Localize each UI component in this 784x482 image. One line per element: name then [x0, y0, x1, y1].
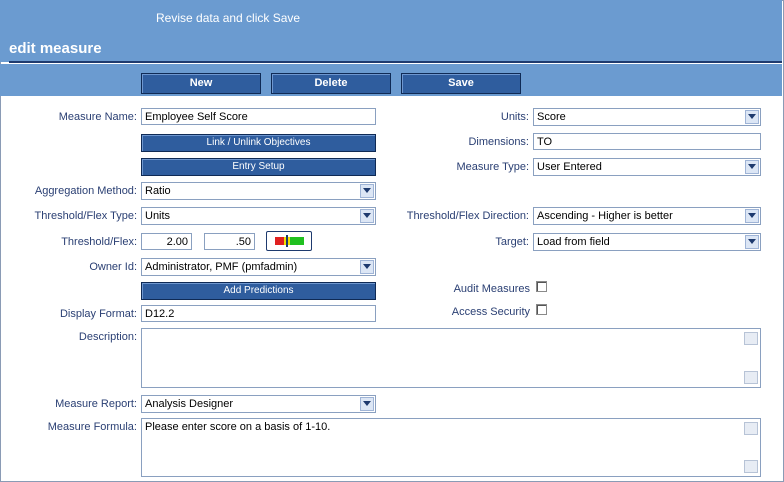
- header-divider: [9, 61, 782, 63]
- description-textarea[interactable]: [141, 328, 761, 388]
- units-select[interactable]: Score: [533, 108, 761, 126]
- measure-report-select[interactable]: Analysis Designer: [141, 395, 376, 413]
- measure-name-label: Measure Name:: [58, 111, 137, 123]
- dimensions-label: Dimensions:: [468, 136, 529, 148]
- entry-setup-button[interactable]: Entry Setup: [141, 158, 376, 176]
- description-label: Description:: [78, 331, 137, 343]
- threshold-flex-direction-select[interactable]: Ascending - Higher is better: [533, 207, 761, 225]
- scroll-down-icon[interactable]: [744, 460, 758, 473]
- flex-input[interactable]: .50: [204, 233, 255, 250]
- owner-id-label: Owner Id:: [89, 261, 137, 273]
- units-select-value: Score: [537, 111, 566, 123]
- chevron-down-icon[interactable]: [360, 184, 374, 198]
- threshold-flex-label: Threshold/Flex:: [61, 236, 137, 248]
- measure-type-select-value: User Entered: [537, 161, 602, 173]
- measure-type-select[interactable]: User Entered: [533, 158, 761, 176]
- page-subtitle: Revise data and click Save: [156, 11, 301, 25]
- toolbar: [0, 64, 782, 96]
- threshold-flex-direction-value: Ascending - Higher is better: [537, 210, 673, 222]
- threshold-flex-type-select[interactable]: Units: [141, 207, 376, 225]
- link-unlink-objectives-button[interactable]: Link / Unlink Objectives: [141, 134, 376, 152]
- target-select-value: Load from field: [537, 236, 610, 248]
- chevron-down-icon[interactable]: [360, 209, 374, 223]
- dimensions-input[interactable]: TO: [533, 133, 761, 150]
- measure-report-value: Analysis Designer: [145, 398, 234, 410]
- target-select[interactable]: Load from field: [533, 233, 761, 251]
- chevron-down-icon[interactable]: [360, 260, 374, 274]
- threshold-flex-type-label: Threshold/Flex Type:: [34, 210, 137, 222]
- threshold-input[interactable]: 2.00: [141, 233, 192, 250]
- chevron-down-icon[interactable]: [745, 209, 759, 223]
- owner-id-value: Administrator, PMF (pmfadmin): [145, 261, 298, 273]
- audit-measures-label: Audit Measures: [453, 283, 530, 295]
- access-security-checkbox[interactable]: [536, 304, 547, 315]
- scroll-up-icon[interactable]: [744, 422, 758, 435]
- measure-formula-value: Please enter score on a basis of 1-10.: [145, 421, 331, 433]
- threshold-flex-direction-label: Threshold/Flex Direction:: [406, 210, 529, 222]
- chevron-down-icon[interactable]: [745, 110, 759, 124]
- aggregation-method-value: Ratio: [145, 185, 171, 197]
- scroll-down-icon[interactable]: [744, 371, 758, 384]
- save-button[interactable]: Save: [401, 73, 521, 94]
- threshold-gauge-icon[interactable]: [266, 231, 312, 251]
- new-button[interactable]: New: [141, 73, 261, 94]
- measure-formula-label: Measure Formula:: [47, 421, 137, 433]
- chevron-down-icon[interactable]: [745, 235, 759, 249]
- measure-report-label: Measure Report:: [55, 398, 137, 410]
- owner-id-select[interactable]: Administrator, PMF (pmfadmin): [141, 258, 376, 276]
- delete-button[interactable]: Delete: [271, 73, 391, 94]
- measure-type-label: Measure Type:: [456, 161, 529, 173]
- aggregation-method-select[interactable]: Ratio: [141, 182, 376, 200]
- display-format-label: Display Format:: [59, 308, 137, 320]
- scroll-up-icon[interactable]: [744, 332, 758, 345]
- chevron-down-icon[interactable]: [360, 397, 374, 411]
- page-title: edit measure: [9, 40, 102, 57]
- measure-name-input[interactable]: Employee Self Score: [141, 108, 376, 125]
- units-label: Units:: [500, 111, 529, 123]
- target-label: Target:: [495, 236, 529, 248]
- access-security-label: Access Security: [451, 306, 530, 318]
- threshold-flex-type-value: Units: [145, 210, 171, 222]
- aggregation-method-label: Aggregation Method:: [34, 185, 137, 197]
- display-format-input[interactable]: D12.2: [141, 305, 376, 322]
- add-predictions-button[interactable]: Add Predictions: [141, 282, 376, 300]
- measure-formula-textarea[interactable]: Please enter score on a basis of 1-10.: [141, 418, 761, 477]
- chevron-down-icon[interactable]: [745, 160, 759, 174]
- page-header: Revise data and click Save edit measure: [0, 0, 782, 62]
- audit-measures-checkbox[interactable]: [536, 281, 547, 292]
